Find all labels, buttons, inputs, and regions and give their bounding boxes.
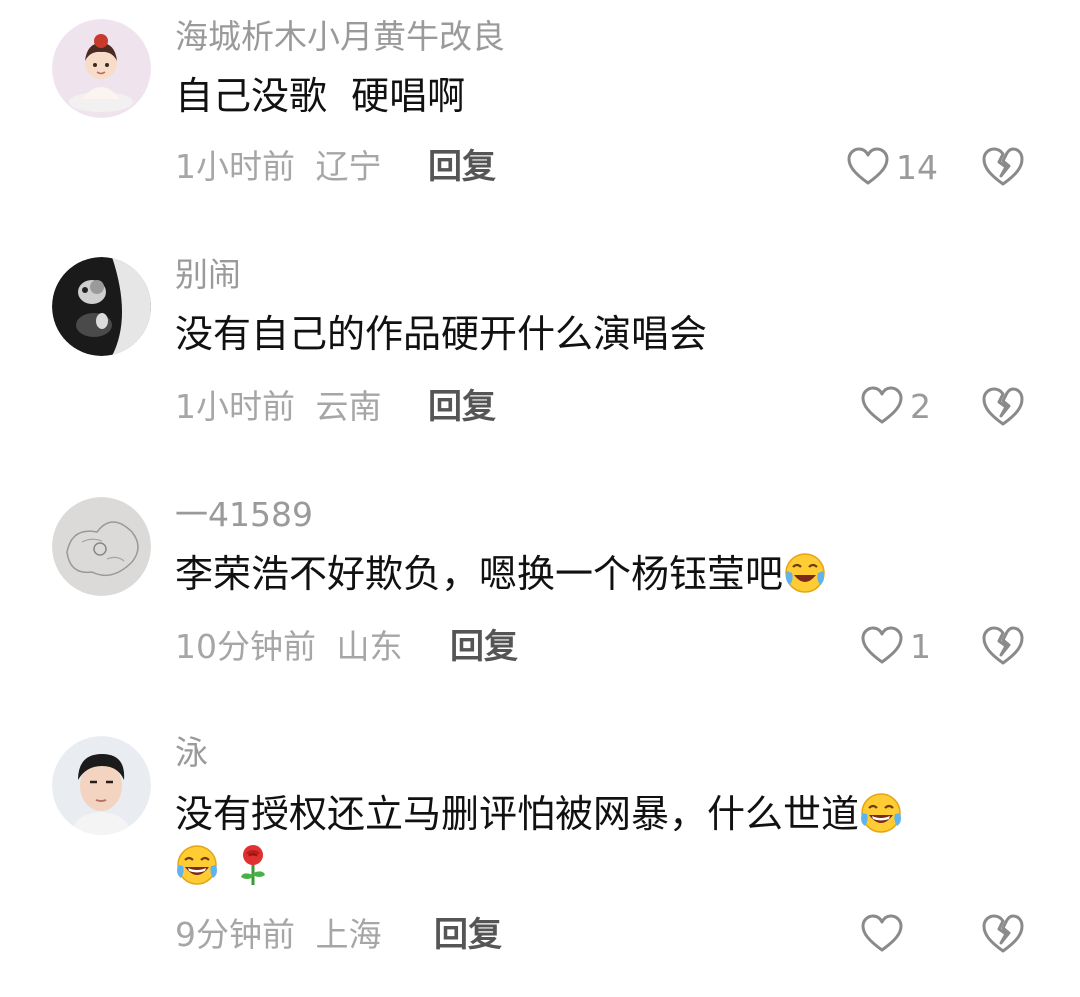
avatar[interactable]	[52, 19, 151, 118]
comment-location: 辽宁	[315, 147, 382, 186]
rose-emoji-icon	[231, 843, 275, 887]
like-count: 1	[910, 626, 931, 666]
comment-text-content: 李荣浩不好欺负，嗯换一个杨钰莹吧	[175, 552, 784, 596]
comment-time: 1小时前	[175, 387, 295, 426]
reply-button[interactable]: 回复	[450, 630, 518, 664]
comment-meta: 9分钟前 上海	[175, 918, 382, 951]
girl-meditating-avatar-icon	[52, 19, 151, 118]
comment-username[interactable]: 海城析木小月黄牛改良	[175, 20, 505, 53]
sketch-avatar-icon	[52, 497, 151, 596]
dislike-button[interactable]	[980, 386, 1026, 428]
comment-text: 没有授权还立马删评怕被网暴，什么世道	[175, 788, 995, 892]
heart-icon	[860, 386, 904, 426]
dislike-button[interactable]	[980, 913, 1026, 955]
broken-heart-icon	[980, 386, 1026, 428]
like-count: 14	[896, 147, 938, 187]
comment-time: 10分钟前	[175, 627, 316, 666]
comment-username[interactable]: 别闹	[175, 258, 241, 291]
comment-meta: 1小时前 云南	[175, 390, 382, 423]
young-man-avatar-icon	[52, 736, 151, 835]
broken-heart-icon	[980, 625, 1026, 667]
avatar[interactable]	[52, 257, 151, 356]
comment-text-content: 自己没歌 硬唱啊	[175, 74, 466, 118]
comment-text: 自己没歌 硬唱啊	[175, 70, 465, 122]
like-count: 2	[910, 386, 931, 426]
dislike-button[interactable]	[980, 625, 1026, 667]
dislike-button[interactable]	[980, 146, 1026, 188]
heart-icon	[860, 914, 904, 954]
comment-text-content: 没有自己的作品硬开什么演唱会	[175, 312, 708, 356]
comment-meta: 1小时前 辽宁	[175, 150, 382, 183]
avatar[interactable]	[52, 497, 151, 596]
reply-button[interactable]: 回复	[428, 390, 496, 424]
broken-heart-icon	[980, 913, 1026, 955]
broken-heart-icon	[980, 146, 1026, 188]
comment-location: 山东	[336, 627, 403, 666]
avatar[interactable]	[52, 736, 151, 835]
like-button[interactable]: 14	[846, 147, 938, 187]
like-button[interactable]: 2	[860, 386, 931, 426]
heart-icon	[846, 147, 890, 187]
like-button[interactable]: 1	[860, 626, 931, 666]
comment-text: 没有自己的作品硬开什么演唱会	[175, 308, 707, 360]
crying-laughing-emoji-icon	[783, 551, 827, 595]
comment-meta: 10分钟前 山东	[175, 630, 403, 663]
comment-location: 云南	[315, 387, 382, 426]
comment-time: 9分钟前	[175, 915, 295, 954]
like-button[interactable]	[860, 914, 910, 954]
comment-username[interactable]: 一41589	[175, 498, 313, 531]
comment-text: 李荣浩不好欺负，嗯换一个杨钰莹吧	[175, 548, 827, 600]
comment-text-content: 没有授权还立马删评怕被网暴，什么世道	[175, 792, 860, 836]
comment-username[interactable]: 泳	[175, 736, 208, 769]
joy-emoji-icon	[859, 791, 903, 835]
comment-time: 1小时前	[175, 147, 295, 186]
dark-photo-avatar-icon	[52, 257, 151, 356]
reply-button[interactable]: 回复	[434, 918, 502, 952]
joy-emoji-icon	[175, 843, 219, 887]
comment-location: 上海	[315, 915, 382, 954]
heart-icon	[860, 626, 904, 666]
reply-button[interactable]: 回复	[428, 150, 496, 184]
